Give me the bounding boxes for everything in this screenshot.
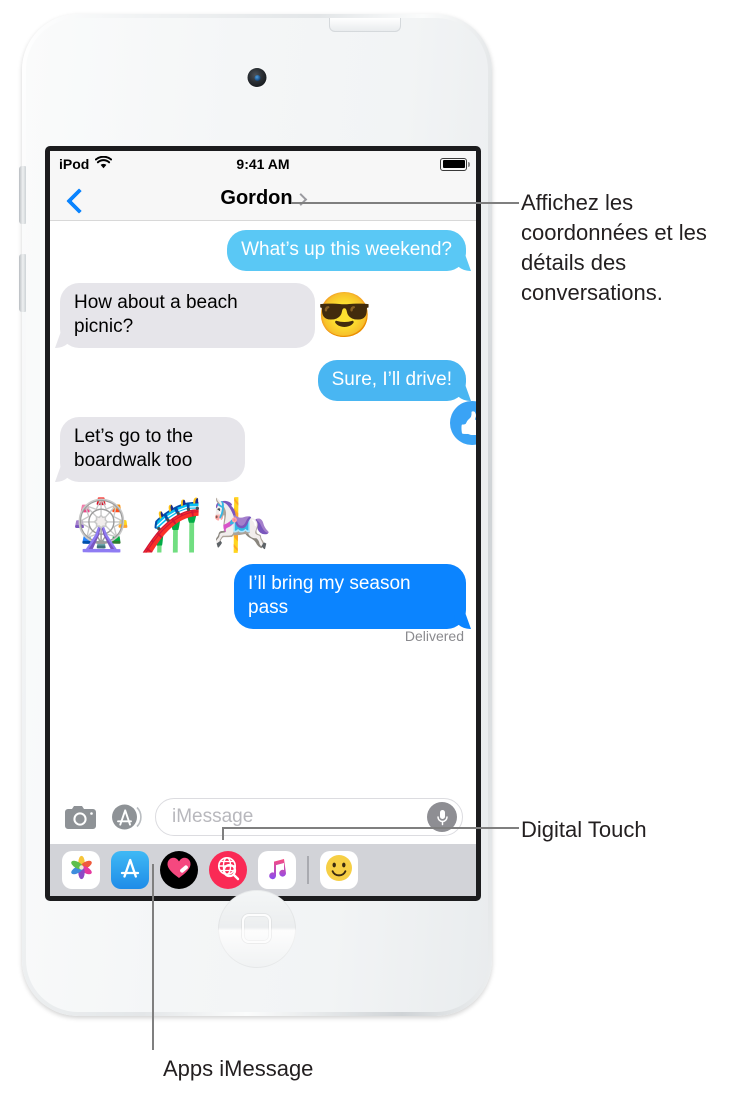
volume-up-button[interactable] <box>19 166 26 224</box>
status-bar-left: iPod <box>59 155 113 172</box>
music-search-icon <box>215 855 241 886</box>
navigation-bar: Gordon <box>50 177 476 221</box>
leader-line-digital-touch-horizontal <box>222 827 519 829</box>
leader-line-imessage-apps <box>152 864 154 1050</box>
conversation-title-button[interactable]: Gordon <box>220 187 308 210</box>
sticker-emoji-row[interactable]: 🎡 🎢 🎠 <box>60 500 466 550</box>
home-button[interactable] <box>218 890 296 968</box>
message-row: Let’s go to the boardwalk too 👍 <box>60 401 476 482</box>
message-row: I’ll bring my season pass <box>60 564 466 629</box>
device-front-face: iPod 9:41 AM Gordon What’s up this weeke… <box>26 18 488 1012</box>
app-drawer-item-photos[interactable] <box>62 851 100 889</box>
music-note-icon <box>265 856 289 885</box>
app-drawer-item-digital-touch[interactable] <box>160 851 198 889</box>
carrier-label: iPod <box>59 156 90 172</box>
imessage-app-drawer[interactable] <box>50 844 476 896</box>
message-bubble-outgoing-3[interactable]: I’ll bring my season pass <box>234 564 466 629</box>
screenshot-root: iPod 9:41 AM Gordon What’s up this weeke… <box>0 0 729 1093</box>
message-input-bar: iMessage <box>50 790 476 844</box>
app-drawer-item-music-search[interactable] <box>209 851 247 889</box>
status-bar-right <box>440 157 470 171</box>
callout-digital-touch-label: Digital Touch <box>521 817 647 842</box>
app-drawer-separator <box>307 856 309 884</box>
message-bubble-outgoing-1[interactable]: What’s up this weekend? <box>227 230 466 271</box>
message-bubble-incoming-2[interactable]: Let’s go to the boardwalk too <box>60 417 245 482</box>
imessage-input-field[interactable]: iMessage <box>155 798 463 836</box>
home-button-square-icon <box>242 914 271 943</box>
message-bubble-incoming-1[interactable]: How about a beach picnic? <box>60 283 315 348</box>
ipod-device-body: iPod 9:41 AM Gordon What’s up this weeke… <box>19 14 492 1016</box>
status-bar: iPod 9:41 AM <box>50 151 476 177</box>
ferris-wheel-emoji-icon: 🎡 <box>70 497 133 553</box>
back-chevron-icon[interactable] <box>66 191 82 207</box>
message-list[interactable]: What’s up this weekend? How about a beac… <box>50 221 476 789</box>
camera-icon[interactable] <box>63 804 97 831</box>
delivery-status: Delivered <box>404 628 464 644</box>
app-drawer-item-music[interactable] <box>258 851 296 889</box>
carousel-horse-emoji-icon: 🎠 <box>210 497 273 553</box>
volume-down-button[interactable] <box>19 254 26 312</box>
app-store-icon[interactable] <box>110 802 142 832</box>
app-store-icon <box>117 855 143 886</box>
message-bubble-outgoing-2[interactable]: Sure, I’ll drive! <box>317 360 466 401</box>
page-title: Gordon <box>220 187 293 209</box>
app-drawer-item-app-store[interactable] <box>111 851 149 889</box>
device-screen: iPod 9:41 AM Gordon What’s up this weeke… <box>50 151 476 896</box>
callout-imessage-apps-label: Apps iMessage <box>163 1056 314 1081</box>
wifi-icon <box>95 155 113 172</box>
app-drawer-item-emoji[interactable] <box>319 851 358 889</box>
message-row: Sure, I’ll drive! <box>60 360 466 401</box>
message-row: What’s up this weekend? <box>60 230 466 271</box>
screen-bezel: iPod 9:41 AM Gordon What’s up this weeke… <box>45 146 481 901</box>
status-bar-time: 9:41 AM <box>236 156 290 172</box>
leader-line-details <box>291 202 519 204</box>
device-top-tab <box>329 18 401 32</box>
callout-details-label: Affichez les coordonnées et les détails … <box>521 190 707 305</box>
front-camera-icon <box>247 68 267 87</box>
roller-coaster-emoji-icon: 🎢 <box>140 497 203 553</box>
photos-icon <box>69 855 94 885</box>
thumbs-up-tapback-icon[interactable]: 👍 <box>450 401 476 445</box>
digital-touch-heart-icon <box>166 856 192 885</box>
message-row: How about a beach picnic? 😎 <box>60 283 466 348</box>
battery-full-icon <box>440 157 470 171</box>
thumbs-up-icon: 👍 <box>457 409 476 436</box>
smiley-icon <box>324 853 354 888</box>
sunglasses-emoji-icon: 😎 <box>317 290 372 340</box>
imessage-placeholder: iMessage <box>172 806 254 827</box>
